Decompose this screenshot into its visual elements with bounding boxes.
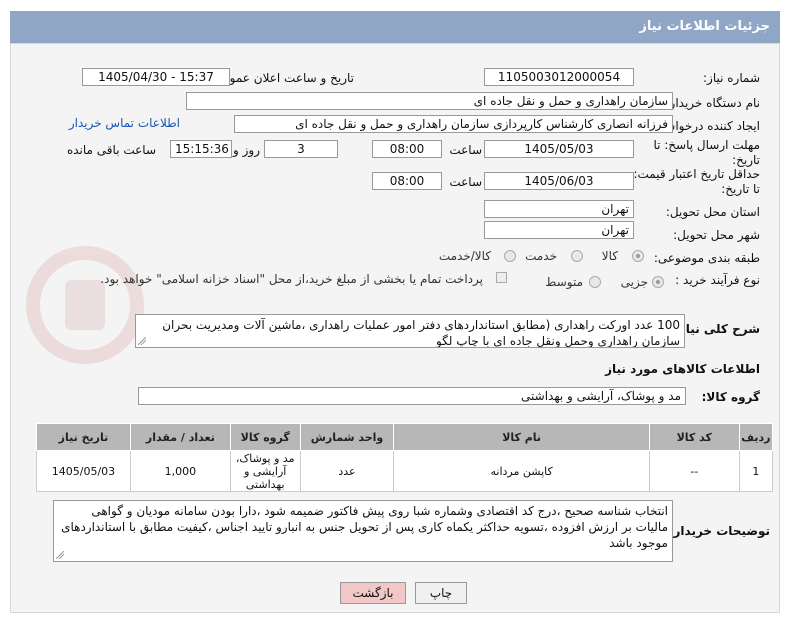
page-header: جزئیات اطلاعات نیاز <box>10 11 780 43</box>
announce-label: تاریخ و ساعت اعلان عمومی: <box>209 71 354 85</box>
cell-group: مد و پوشاک، آرایشی و بهداشتی <box>229 450 301 492</box>
cell-qty: 1,000 <box>129 450 231 492</box>
price-validity-date-field: 1405/06/03 <box>484 172 634 190</box>
category-label: طبقه بندی موضوعی: <box>653 251 760 265</box>
goods-table: ردیف کد کالا نام کالا واحد شمارش گروه کا… <box>36 423 774 492</box>
cell-date: 1405/05/03 <box>36 450 131 492</box>
cell-name: کاپشن مردانه <box>393 450 650 492</box>
deadline-label: مهلت ارسال پاسخ: تا تاریخ: <box>653 138 760 167</box>
category-goods-label: کالا <box>601 249 618 263</box>
deadline-date-field: 1405/05/03 <box>484 140 634 158</box>
buyer-org-field: سازمان راهداری و حمل و نقل جاده ای <box>186 92 673 110</box>
creator-field: فرزانه انصاری کارشناس کارپردازی سازمان ر… <box>234 115 673 133</box>
col-code: کد کالا <box>648 423 740 451</box>
cell-row: 1 <box>738 450 774 492</box>
category-service-radio[interactable] <box>571 250 583 262</box>
goods-section-title: اطلاعات کالاهای مورد نیاز <box>605 362 760 376</box>
city-field: تهران <box>484 221 634 239</box>
table-row: 1 -- کاپشن مردانه عدد مد و پوشاک، آرایشی… <box>36 450 774 492</box>
col-unit: واحد شمارش <box>299 423 395 451</box>
col-qty: تعداد / مقدار <box>129 423 231 451</box>
back-button[interactable]: بازگشت <box>340 582 406 604</box>
price-validity-time-field: 08:00 <box>372 172 442 190</box>
page-title: جزئیات اطلاعات نیاز <box>639 19 770 34</box>
buyer-notes-label: توضیحات خریدار: <box>668 524 770 538</box>
city-label: شهر محل تحویل: <box>673 228 760 242</box>
process-medium-label: متوسط <box>545 275 583 289</box>
category-service-label: خدمت <box>525 249 557 263</box>
col-date: تاریخ نیاز <box>36 423 131 451</box>
process-medium-radio[interactable] <box>589 276 601 288</box>
cell-unit: عدد <box>299 450 395 492</box>
announce-field: 1405/04/30 - 15:37 <box>82 68 230 86</box>
buyer-notes-text: انتخاب شناسه صحیح ،درج کد اقتصادی وشماره… <box>61 504 668 550</box>
process-minor-label: جزیی <box>620 275 648 289</box>
print-button[interactable]: چاپ <box>415 582 467 604</box>
province-label: استان محل تحویل: <box>665 205 760 219</box>
remaining-time-field: 15:15:36 <box>170 140 232 158</box>
need-number-label: شماره نیاز: <box>703 71 760 85</box>
process-label: نوع فرآیند خرید : <box>675 273 760 287</box>
treasury-payment-checkbox[interactable] <box>496 272 507 283</box>
buyer-org-label: نام دستگاه خریدار: <box>665 96 761 110</box>
price-validity-label: حداقل تاریخ اعتبار قیمت: تا تاریخ: <box>633 167 760 196</box>
col-group: گروه کالا <box>229 423 301 451</box>
treasury-payment-note: پرداخت تمام یا بخشی از مبلغ خرید،از محل … <box>100 272 483 286</box>
remaining-label: ساعت باقی مانده <box>66 143 156 157</box>
goods-group-label: گروه کالا: <box>701 390 760 404</box>
province-field: تهران <box>484 200 634 218</box>
goods-table-header: ردیف کد کالا نام کالا واحد شمارش گروه کا… <box>36 423 774 451</box>
col-row: ردیف <box>738 423 774 451</box>
buyer-contact-link[interactable]: اطلاعات تماس خریدار <box>69 116 180 130</box>
description-text: 100 عدد اورکت راهداری (مطابق استانداردها… <box>162 318 680 348</box>
resize-grip-icon[interactable] <box>138 337 146 345</box>
buyer-notes-textarea: انتخاب شناسه صحیح ،درج کد اقتصادی وشماره… <box>53 500 673 562</box>
category-goods-radio[interactable] <box>632 250 644 262</box>
resize-grip-icon[interactable] <box>56 551 64 559</box>
col-name: نام کالا <box>393 423 650 451</box>
days-label: روز و <box>233 143 260 157</box>
need-number-field: 1105003012000054 <box>484 68 634 86</box>
deadline-time-field: 08:00 <box>372 140 442 158</box>
category-goods-service-radio[interactable] <box>504 250 516 262</box>
description-label: شرح کلی نیاز: <box>674 322 760 336</box>
days-field: 3 <box>264 140 338 158</box>
deadline-time-label: ساعت <box>449 143 482 157</box>
cell-code: -- <box>648 450 740 492</box>
category-goods-service-label: کالا/خدمت <box>438 249 491 263</box>
process-minor-radio[interactable] <box>652 276 664 288</box>
goods-group-field: مد و پوشاک، آرایشی و بهداشتی <box>138 387 686 405</box>
description-textarea: 100 عدد اورکت راهداری (مطابق استانداردها… <box>135 314 685 348</box>
price-validity-time-label: ساعت <box>449 175 482 189</box>
